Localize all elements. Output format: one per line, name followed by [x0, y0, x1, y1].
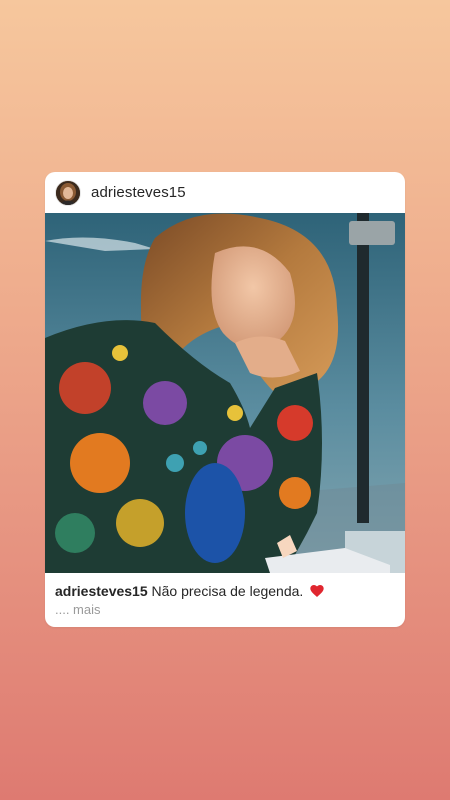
post-photo[interactable] [45, 213, 405, 573]
post-username[interactable]: adriesteves15 [91, 184, 186, 201]
more-link[interactable]: .... mais [55, 602, 101, 617]
post-caption: adriesteves15 Não precisa de legenda. [55, 582, 395, 600]
heart-icon [309, 583, 325, 599]
shared-post-card[interactable]: adriesteves15 adriesteves15 Não precisa … [45, 172, 405, 627]
avatar[interactable] [55, 179, 81, 206]
post-header[interactable]: adriesteves15 [45, 172, 405, 213]
avatar-image [56, 180, 80, 205]
caption-username[interactable]: adriesteves15 [55, 583, 148, 599]
photo-woman-colorful-blouse [45, 213, 405, 573]
caption-text: Não precisa de legenda. [151, 583, 304, 599]
